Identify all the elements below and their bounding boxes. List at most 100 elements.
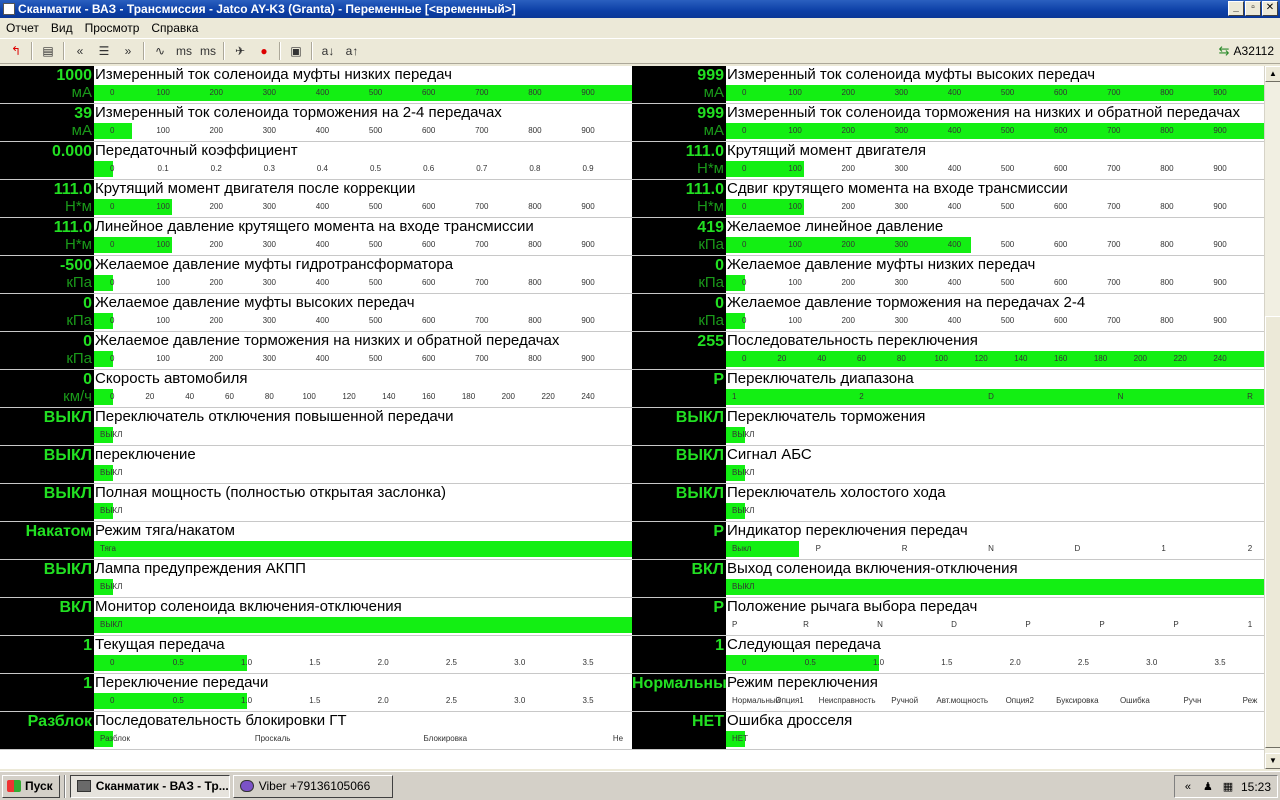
parameter-row[interactable]: 1 Переключение передачи 0 0.5 1.0 1.5 2.0 2.5 3.… (0, 674, 632, 712)
parameter-row[interactable]: 255 Последовательность переключения 0 20 40 6… (632, 332, 1264, 370)
parameter-row[interactable]: ВКЛ Монитор соленоида включения-отключени… (0, 598, 632, 636)
parameter-row[interactable]: ВЫКЛ Переключатель отключения повышенной … (0, 408, 632, 446)
minimize-button[interactable]: _ (1228, 1, 1244, 16)
ms-plus-icon[interactable]: ms (196, 40, 220, 62)
parameter-value: НЕТ (692, 713, 724, 730)
parameter-unit: кПа (698, 274, 724, 291)
toolbar-separator (31, 42, 33, 60)
bar-tick-label: 300 (262, 240, 277, 249)
maximize-button[interactable]: ▫ (1245, 1, 1261, 16)
parameter-row[interactable]: 999 мА Измеренный ток соленоида муфты высо… (632, 66, 1264, 104)
menu-browse[interactable]: Просмотр (79, 21, 146, 35)
parameter-value: 999 (697, 67, 724, 84)
scroll-thumb[interactable] (1265, 316, 1280, 748)
parameter-bar: 0 100 200 300 400 500 600 700 800 900 (94, 123, 632, 139)
scroll-down-button[interactable]: ▼ (1265, 753, 1280, 769)
report-icon[interactable]: ▤ (36, 40, 60, 62)
scanmatik-app-icon (76, 780, 91, 792)
vertical-scrollbar[interactable]: ▲ ▼ (1264, 66, 1280, 769)
prev-icon[interactable]: « (68, 40, 92, 62)
parameter-label: Режим переключения (727, 674, 878, 691)
parameter-row[interactable]: 1 Текущая передача 0 0.5 1.0 1.5 2.0 2.5 3.0 3.5 (0, 636, 632, 674)
parameter-row[interactable]: ВКЛ Выход соленоида включения-отключения В… (632, 560, 1264, 598)
parameter-row[interactable]: 1 Следующая передача 0 0.5 1.0 1.5 2.0 2.5 3.0 3.… (632, 636, 1264, 674)
parameter-unit: кПа (66, 274, 92, 291)
plane-icon[interactable]: ✈ (228, 40, 252, 62)
parameter-row[interactable]: 419 кПа Желаемое линейное давление 0 100 200 3… (632, 218, 1264, 256)
menu-report[interactable]: Отчет (0, 21, 45, 35)
system-tray: « ♟ ▦ 15:23 (1173, 775, 1278, 798)
close-button[interactable]: ✕ (1262, 1, 1278, 16)
bar-tick-label: 0 (742, 658, 747, 667)
parameter-bar: 0 100 200 300 400 500 600 700 800 900 (726, 275, 1264, 291)
menu-help[interactable]: Справка (145, 21, 204, 35)
parameter-row[interactable]: НормальныйРежим переключенияНормальныйОп… (632, 674, 1264, 712)
parameter-value: ВЫКЛ (43, 561, 92, 578)
task-scanmatik[interactable]: Сканматик - ВАЗ - Тр... (69, 774, 230, 798)
parameter-row[interactable]: Разблок Последовательность блокировки ГТ Р… (0, 712, 632, 750)
scroll-up-button[interactable]: ▲ (1265, 66, 1280, 82)
app-icon (3, 3, 15, 15)
parameter-label: Переключение передачи (95, 674, 269, 691)
list-icon[interactable]: ☰ (92, 40, 116, 62)
bar-tick-label: 400 (315, 126, 330, 135)
parameter-row[interactable]: НЕТ Ошибка дросселя НЕТ (632, 712, 1264, 750)
bar-tick-label: 900 (581, 316, 595, 325)
parameter-row[interactable]: 111.0 Н*м Крутящий момент двигателя 0 100 200… (632, 142, 1264, 180)
next-icon[interactable]: » (116, 40, 140, 62)
parameter-row[interactable]: 0 кПа Желаемое давление торможения на пере… (632, 294, 1264, 332)
task-viber[interactable]: Viber +79136105066 (232, 774, 393, 798)
parameter-row[interactable]: 0 км/ч Скорость автомобиля 0 20 40 60 80 100 120 1… (0, 370, 632, 408)
bar-tick-label: 0.4 (316, 164, 328, 173)
parameter-row[interactable]: P Переключатель диапазона 1 2 D N R (632, 370, 1264, 408)
parameter-row[interactable]: 0.000 Передаточный коэффициент 0 0.1 0.2 0.3 0… (0, 142, 632, 180)
parameter-unit: кПа (66, 350, 92, 367)
parameter-row[interactable]: 111.0 Н*м Линейное давление крутящего моме… (0, 218, 632, 256)
sort-desc-icon[interactable]: a↑ (340, 40, 364, 62)
bar-tick-label: D (988, 392, 994, 401)
parameter-row[interactable]: P Индикатор переключения передач Выкл P R N D 1… (632, 522, 1264, 560)
tray-network-icon[interactable]: ▦ (1221, 780, 1235, 794)
bar-tick-label: 200 (209, 316, 223, 325)
parameter-row[interactable]: ВЫКЛ Переключатель торможения ВЫКЛ (632, 408, 1264, 446)
parameter-bar: ВЫКЛ (94, 617, 632, 633)
parameter-row[interactable]: 39 мА Измеренный ток соленоида торможения … (0, 104, 632, 142)
parameter-row[interactable]: ВЫКЛ Полная мощность (полностью открытая … (0, 484, 632, 522)
menu-view[interactable]: Вид (45, 21, 79, 35)
parameter-value-box: ВЫКЛ (0, 408, 94, 445)
parameter-row[interactable]: 0 кПа Желаемое давление торможения на низк… (0, 332, 632, 370)
parameter-row[interactable]: 0 кПа Желаемое давление муфты низких перед… (632, 256, 1264, 294)
tray-expand-icon[interactable]: « (1181, 780, 1195, 794)
parameter-value: ВЫКЛ (675, 409, 724, 426)
parameter-row[interactable]: 111.0 Н*м Крутящий момент двигателя после … (0, 180, 632, 218)
start-button[interactable]: Пуск (2, 774, 60, 798)
parameter-row[interactable]: ВЫКЛ переключение ВЫКЛ (0, 446, 632, 484)
ms-icon[interactable]: ms (172, 40, 196, 62)
parameter-row[interactable]: 1000 мА Измеренный ток соленоида муфты низ… (0, 66, 632, 104)
parameter-value: ВЫКЛ (43, 447, 92, 464)
parameter-row[interactable]: 999 мА Измеренный ток соленоида торможения… (632, 104, 1264, 142)
parameter-row[interactable]: ВЫКЛ Переключатель холостого хода ВЫКЛ (632, 484, 1264, 522)
back-arrow-icon[interactable]: ↰ (4, 40, 28, 62)
bar-tick-label: 900 (1213, 88, 1227, 97)
parameter-value-box: 111.0 Н*м (632, 142, 726, 179)
parameter-row[interactable]: 111.0 Н*м Сдвиг крутящего момента на входе… (632, 180, 1264, 218)
bar-tick-label: 0.6 (423, 164, 435, 173)
graph-icon[interactable]: ∿ (148, 40, 172, 62)
parameter-value: ВКЛ (691, 561, 724, 578)
bar-tick-label: 500 (1000, 126, 1015, 135)
parameter-bar: 0 100 200 300 400 500 600 700 800 900 (726, 199, 1264, 215)
tray-user-icon[interactable]: ♟ (1201, 780, 1215, 794)
parameter-row[interactable]: ВЫКЛ Лампа предупреждения АКПП ВЫКЛ (0, 560, 632, 598)
parameter-row[interactable]: ВЫКЛ Сигнал АБС ВЫКЛ (632, 446, 1264, 484)
parameter-row[interactable]: P Положение рычага выбора передач P R N D P P P 1 (632, 598, 1264, 636)
parameter-row[interactable]: -500 кПа Желаемое давление муфты гидротран… (0, 256, 632, 294)
parameter-row[interactable]: 0 кПа Желаемое давление муфты высоких пере… (0, 294, 632, 332)
parameter-bar: 0 0.5 1.0 1.5 2.0 2.5 3.0 3.5 (726, 655, 1264, 671)
snapshot-icon[interactable]: ▣ (284, 40, 308, 62)
bar-tick-label: 0 (742, 126, 747, 135)
parameter-row[interactable]: Накатом Режим тяга/накатом Тяга (0, 522, 632, 560)
sort-asc-icon[interactable]: a↓ (316, 40, 340, 62)
record-icon[interactable]: ● (252, 40, 276, 62)
parameter-label: Желаемое давление муфты гидротрансформат… (95, 256, 454, 273)
